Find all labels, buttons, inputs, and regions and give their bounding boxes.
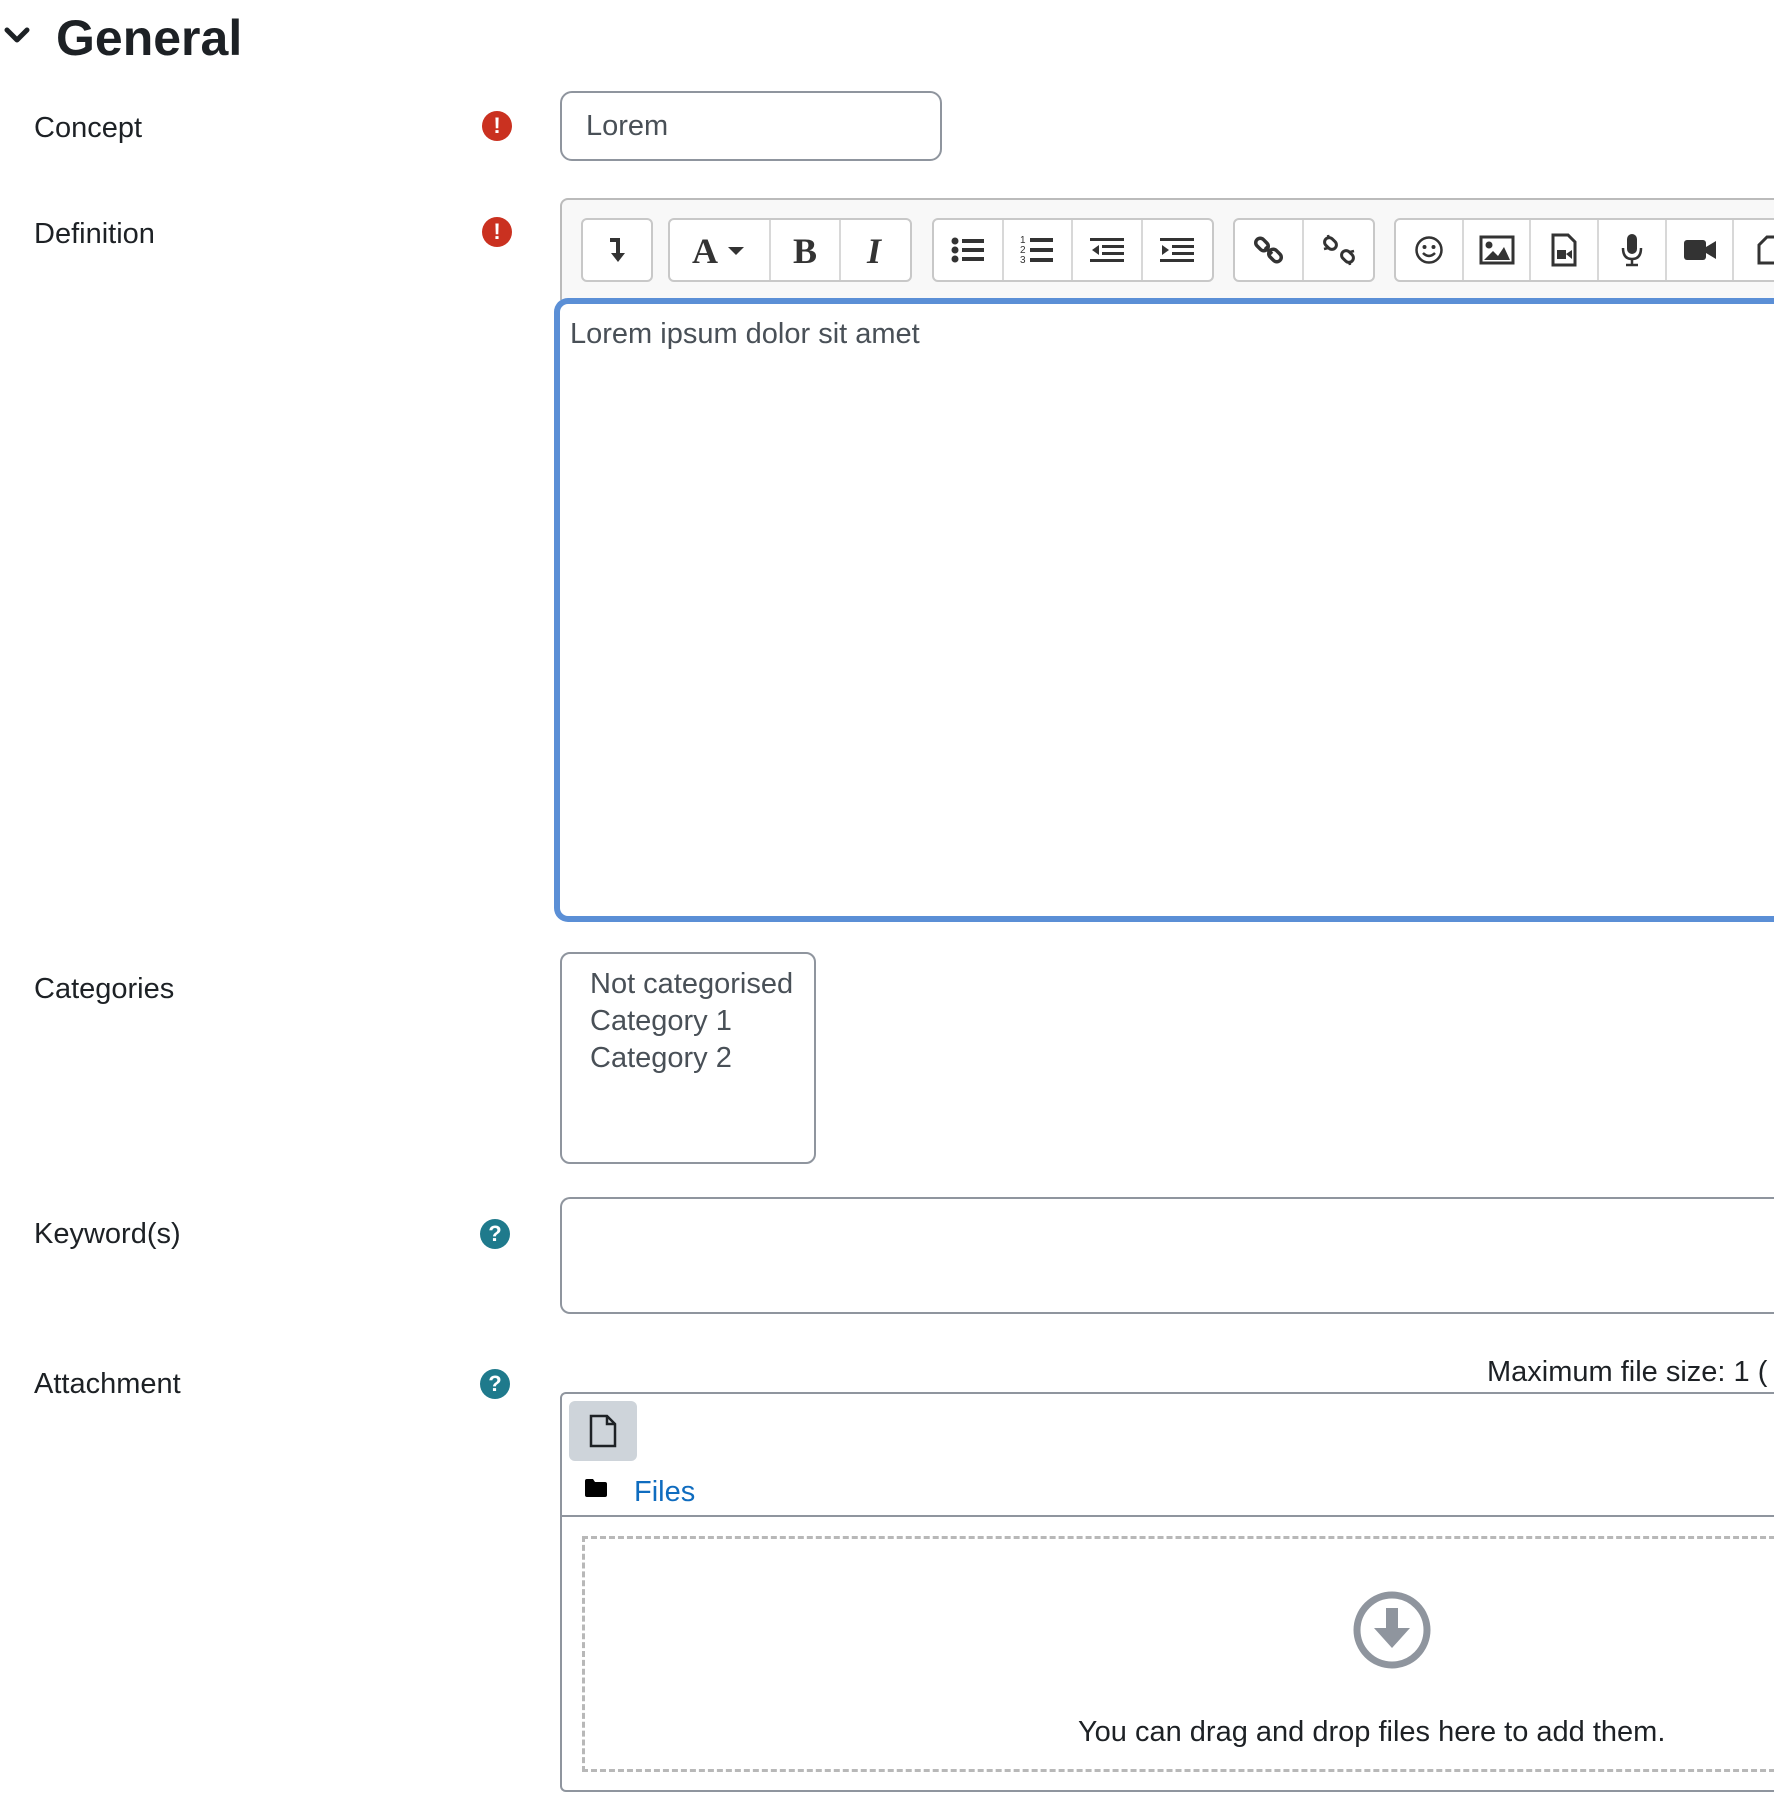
svg-text:3: 3 [1020, 255, 1026, 266]
video-icon[interactable] [1667, 220, 1735, 280]
unlink-icon[interactable] [1304, 220, 1373, 280]
svg-text:A: A [692, 233, 718, 267]
unordered-list-icon[interactable] [934, 220, 1004, 280]
download-circle-icon [1352, 1590, 1432, 1670]
definition-label: Definition [34, 218, 155, 250]
emoji-icon[interactable] [1396, 220, 1464, 280]
chevron-down-icon[interactable] [4, 26, 30, 46]
indent-icon[interactable] [1143, 220, 1212, 280]
bold-icon[interactable]: B [771, 220, 841, 280]
required-icon: ! [482, 217, 512, 247]
section-title[interactable]: General [56, 8, 242, 68]
question-circle-icon[interactable]: ? [480, 1369, 510, 1399]
toolbar-group-collapse [581, 218, 653, 282]
italic-icon[interactable]: I [841, 220, 910, 280]
ordered-list-icon[interactable]: 1 2 3 [1004, 220, 1073, 280]
folder-icon [584, 1478, 608, 1498]
editor-toolbar: A B I 1 2 3 [560, 198, 1774, 300]
microphone-icon[interactable] [1599, 220, 1667, 280]
toolbar-group-media [1394, 218, 1774, 282]
font-style-icon[interactable]: A [670, 220, 772, 280]
categories-select[interactable]: Not categorised Category 1 Category 2 [560, 952, 816, 1164]
definition-editor-content[interactable]: Lorem ipsum dolor sit amet [570, 316, 920, 352]
svg-text:B: B [793, 233, 817, 267]
files-breadcrumb-link[interactable]: Files [634, 1474, 695, 1510]
attachment-label: Attachment [34, 1368, 181, 1400]
max-file-size-text: Maximum file size: 1 ( [1487, 1356, 1768, 1388]
collapse-icon[interactable] [583, 220, 651, 280]
concept-label: Concept [34, 112, 143, 144]
link-icon[interactable] [1235, 220, 1305, 280]
toolbar-group-lists: 1 2 3 [932, 218, 1214, 282]
dropzone-text: You can drag and drop files here to add … [1078, 1716, 1666, 1748]
category-option[interactable]: Category 1 [590, 1003, 814, 1040]
add-file-button[interactable] [569, 1401, 637, 1461]
toolbar-group-font: A B I [668, 218, 912, 282]
media-icon[interactable] [1531, 220, 1600, 280]
form-page: General Concept ! Lorem Definition ! A B… [0, 0, 1774, 1802]
file-icon [589, 1414, 617, 1448]
categories-label: Categories [34, 973, 175, 1005]
concept-input[interactable]: Lorem [560, 91, 942, 161]
toolbar-group-links [1233, 218, 1375, 282]
svg-text:I: I [866, 233, 883, 267]
definition-editor[interactable] [554, 298, 1774, 922]
keywords-label: Keyword(s) [34, 1218, 181, 1250]
question-circle-icon[interactable]: ? [480, 1219, 510, 1249]
image-icon[interactable] [1464, 220, 1532, 280]
outdent-icon[interactable] [1073, 220, 1143, 280]
more-icon[interactable] [1734, 220, 1774, 280]
category-option[interactable]: Category 2 [590, 1040, 814, 1077]
category-option[interactable]: Not categorised [590, 966, 814, 1003]
divider [562, 1515, 1774, 1517]
keywords-textarea[interactable] [560, 1197, 1774, 1314]
required-icon: ! [482, 111, 512, 141]
